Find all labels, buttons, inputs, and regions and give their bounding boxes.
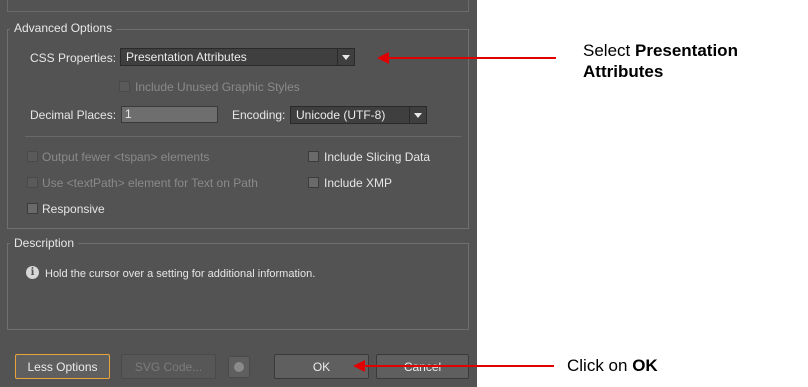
output-fewer-tspan-checkbox[interactable] — [27, 151, 38, 162]
include-slicing-data-checkbox[interactable] — [308, 151, 319, 162]
use-textpath-label: Use <textPath> element for Text on Path — [42, 176, 258, 190]
description-panel — [7, 243, 469, 330]
description-legend: Description — [10, 236, 79, 250]
encoding-value: Unicode (UTF-8) — [296, 108, 386, 122]
css-properties-label: CSS Properties: — [30, 51, 117, 65]
less-options-button[interactable]: Less Options — [15, 354, 110, 379]
css-properties-select[interactable]: Presentation Attributes — [120, 48, 355, 66]
encoding-select[interactable]: Unicode (UTF-8) — [290, 106, 427, 124]
responsive-label: Responsive — [42, 202, 105, 216]
description-text: Hold the cursor over a setting for addit… — [45, 268, 316, 280]
select-annotation: Select Presentation Attributes — [583, 40, 803, 82]
decimal-places-field[interactable]: 1 — [121, 106, 218, 123]
ok-annotation-arrow-line — [364, 365, 554, 367]
select-annotation-arrow-head — [377, 52, 389, 64]
include-xmp-checkbox[interactable] — [308, 177, 319, 188]
include-unused-styles-checkbox[interactable] — [119, 81, 130, 92]
css-properties-value: Presentation Attributes — [126, 50, 247, 64]
svg-code-button[interactable]: SVG Code... — [121, 354, 216, 379]
include-xmp-label: Include XMP — [324, 176, 393, 190]
dropdown-arrow-icon — [409, 107, 426, 123]
select-annotation-arrow-line — [388, 57, 556, 59]
ok-annotation-prefix: Click on — [567, 356, 633, 375]
include-slicing-data-label: Include Slicing Data — [324, 150, 431, 164]
ok-annotation-bold: OK — [632, 356, 658, 375]
responsive-checkbox[interactable] — [27, 203, 38, 214]
info-icon: i — [26, 266, 39, 279]
advanced-options-legend: Advanced Options — [10, 21, 117, 35]
dropdown-arrow-icon — [337, 49, 354, 65]
previous-panel-edge — [7, 0, 469, 12]
ok-annotation: Click on OK — [567, 355, 658, 376]
decimal-places-label: Decimal Places: — [30, 108, 117, 122]
use-textpath-checkbox[interactable] — [27, 177, 38, 188]
select-annotation-prefix: Select — [583, 41, 635, 60]
output-fewer-tspan-label: Output fewer <tspan> elements — [42, 150, 210, 164]
encoding-label: Encoding: — [232, 108, 286, 122]
include-unused-styles-label: Include Unused Graphic Styles — [135, 80, 300, 94]
ok-annotation-arrow-head — [353, 360, 365, 372]
globe-icon[interactable] — [228, 356, 250, 378]
options-divider — [25, 136, 461, 137]
